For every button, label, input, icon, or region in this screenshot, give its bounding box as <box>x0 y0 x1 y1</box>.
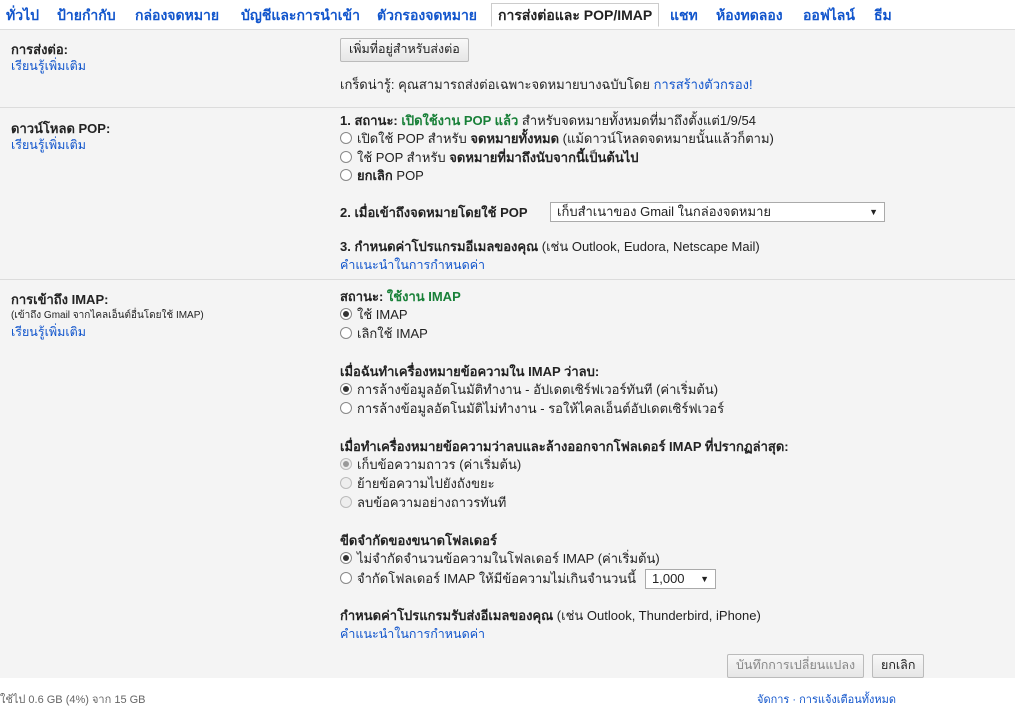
pop-config-link[interactable]: คำแนะนำในการกำหนดค่า <box>340 256 485 274</box>
delete-forever-text: ลบข้อความอย่างถาวรทันที <box>357 495 507 510</box>
forwarding-tip: เกร็ดน่ารู้: คุณสามารถส่งต่อเฉพาะจดหมายบ… <box>340 76 753 94</box>
tab-offline[interactable]: ออฟไลน์ <box>803 4 855 26</box>
limit-option[interactable]: จำกัดโฟลเดอร์ IMAP ให้มีข้อความไม่เกินจำ… <box>340 570 636 588</box>
imap-client-rest: (เช่น Outlook, Thunderbird, iPhone) <box>553 608 761 623</box>
expunge-on-radio[interactable] <box>340 383 352 395</box>
expunge-off-option[interactable]: การล้างข้อมูลอัตโนมัติไม่ทำงาน - รอให้ไค… <box>340 400 724 418</box>
no-limit-option[interactable]: ไม่จำกัดจำนวนข้อความในโฟลเดอร์ IMAP (ค่า… <box>340 550 660 568</box>
cancel-button[interactable]: ยกเลิก <box>872 654 925 678</box>
imap-label: การเข้าถึง IMAP: <box>11 292 109 307</box>
imap-config-link[interactable]: คำแนะนำในการกำหนดค่า <box>340 625 485 643</box>
pop-option-disable[interactable]: ยกเลิก POP <box>340 167 424 185</box>
tab-accounts[interactable]: บัญชีและการนำเข้า <box>241 4 360 26</box>
trash-radio[interactable] <box>340 477 352 489</box>
trash-text: ย้ายข้อความไปยังถังขยะ <box>357 476 495 491</box>
chevron-down-icon: ▼ <box>700 574 709 584</box>
forwarding-tip-text: เกร็ดน่ารู้: คุณสามารถส่งต่อเฉพาะจดหมายบ… <box>340 77 654 92</box>
pop-all-text-a: เปิดใช้ POP สำหรับ <box>357 131 471 146</box>
imap-client-bold: กำหนดค่าโปรแกรมรับส่งอีเมลของคุณ <box>340 608 554 623</box>
pop-step3-rest: (เช่น Outlook, Eudora, Netscape Mail) <box>538 239 760 254</box>
delete-forever-option[interactable]: ลบข้อความอย่างถาวรทันที <box>340 494 506 512</box>
imap-client-config: กำหนดค่าโปรแกรมรับส่งอีเมลของคุณ (เช่น O… <box>340 607 761 625</box>
storage-usage: ใช้ไป 0.6 GB (4%) จาก 15 GB <box>0 694 146 706</box>
pop-step3-bold: 3. กำหนดค่าโปรแกรมอีเมลของคุณ <box>340 239 539 254</box>
pop-disable-text-b: POP <box>392 168 424 183</box>
pop-from-now-radio[interactable] <box>340 151 352 163</box>
tab-themes[interactable]: ธีม <box>874 4 892 26</box>
chevron-down-icon: ▼ <box>869 207 878 217</box>
pop-section: ดาวน์โหลด POP: เรียนรู้เพิ่มเติม 1. สถาน… <box>0 107 1015 280</box>
imap-enable-option[interactable]: ใช้ IMAP <box>340 306 408 324</box>
save-changes-button[interactable]: บันทึกการเปลี่ยนแปลง <box>727 654 865 678</box>
pop-step3: 3. กำหนดค่าโปรแกรมอีเมลของคุณ (เช่น Outl… <box>340 238 760 256</box>
limit-text: จำกัดโฟลเดอร์ IMAP ให้มีข้อความไม่เกินจำ… <box>357 571 637 586</box>
archive-text: เก็บข้อความถาวร (ค่าเริ่มต้น) <box>357 457 522 472</box>
archive-radio[interactable] <box>340 458 352 470</box>
pop-all-text-c: (แม้ดาวน์โหลดจดหมายนั้นแล้วก็ตาม) <box>559 131 774 146</box>
pop-disable-text-a: ยกเลิก <box>357 168 393 183</box>
pop-all-text-b: จดหมายทั้งหมด <box>470 131 560 146</box>
pop-status-suffix: สำหรับจดหมายทั้งหมดที่มาถึงตั้งแต่1/9/54 <box>518 113 756 128</box>
add-forwarding-address-button[interactable]: เพิ่มที่อยู่สำหรับส่งต่อ <box>340 38 469 62</box>
no-limit-radio[interactable] <box>340 552 352 564</box>
forwarding-section: การส่งต่อ: เรียนรู้เพิ่มเติม เพิ่มที่อยู… <box>0 30 1015 107</box>
tab-labs[interactable]: ห้องทดลอง <box>716 4 783 26</box>
pop-step2-label: 2. เมื่อเข้าถึงจดหมายโดยใช้ POP <box>340 205 528 220</box>
create-filter-link[interactable]: การสร้างตัวกรอง! <box>654 77 753 92</box>
imap-learn-more-link[interactable]: เรียนรู้เพิ่มเติม <box>11 322 86 342</box>
imap-enable-radio[interactable] <box>340 308 352 320</box>
limit-radio[interactable] <box>340 572 352 584</box>
tab-chat[interactable]: แชท <box>670 4 698 26</box>
pop-learn-more-link[interactable]: เรียนรู้เพิ่มเติม <box>11 135 86 155</box>
delete-forever-radio[interactable] <box>340 496 352 508</box>
imap-status-value: ใช้งาน IMAP <box>386 289 461 304</box>
pop-status: 1. สถานะ: เปิดใช้งาน POP แล้ว สำหรับจดหม… <box>340 112 756 130</box>
pop-disable-radio[interactable] <box>340 169 352 181</box>
pop-all-radio[interactable] <box>340 132 352 144</box>
settings-panel: การส่งต่อ: เรียนรู้เพิ่มเติม เพิ่มที่อยู… <box>0 29 1015 678</box>
folder-limit-value: 1,000 <box>652 571 685 586</box>
imap-section: การเข้าถึง IMAP: (เข้าถึง Gmail จากไคลเอ… <box>0 279 1015 654</box>
imap-disable-option[interactable]: เลิกใช้ IMAP <box>340 325 428 343</box>
imap-expunged-heading: เมื่อทำเครื่องหมายข้อความว่าลบและล้างออก… <box>340 439 789 454</box>
imap-sublabel: (เข้าถึง Gmail จากไคลเอ็นต์อื่นโดยใช้ IM… <box>11 310 204 321</box>
pop-from-now-text-a: ใช้ POP สำหรับ <box>357 150 450 165</box>
pop-action-select[interactable]: เก็บสำเนาของ Gmail ในกล่องจดหมาย ▼ <box>550 202 885 222</box>
tab-inbox[interactable]: กล่องจดหมาย <box>135 4 219 26</box>
no-limit-text: ไม่จำกัดจำนวนข้อความในโฟลเดอร์ IMAP (ค่า… <box>357 551 660 566</box>
folder-size-heading: ขีดจำกัดของขนาดโฟลเดอร์ <box>340 533 497 548</box>
archive-option[interactable]: เก็บข้อความถาวร (ค่าเริ่มต้น) <box>340 456 521 474</box>
pop-option-all[interactable]: เปิดใช้ POP สำหรับ จดหมายทั้งหมด (แม้ดาว… <box>340 130 774 148</box>
footer: ใช้ไป 0.6 GB (4%) จาก 15 GB จัดการ · การ… <box>0 688 1015 706</box>
tab-filters[interactable]: ตัวกรองจดหมาย <box>377 4 477 26</box>
pop-action-select-value: เก็บสำเนาของ Gmail ในกล่องจดหมาย <box>557 204 771 219</box>
tab-general[interactable]: ทั่วไป <box>6 4 39 26</box>
forwarding-learn-more-link[interactable]: เรียนรู้เพิ่มเติม <box>11 56 86 76</box>
imap-disable-radio[interactable] <box>340 327 352 339</box>
expunge-off-text: การล้างข้อมูลอัตโนมัติไม่ทำงาน - รอให้ไค… <box>357 401 725 416</box>
settings-tabs: ทั่วไป ป้ายกำกับ กล่องจดหมาย บัญชีและการ… <box>0 0 1015 30</box>
pop-from-now-text-b: จดหมายที่มาถึงนับจากนี้เป็นต้นไป <box>449 150 639 165</box>
expunge-off-radio[interactable] <box>340 402 352 414</box>
trash-option[interactable]: ย้ายข้อความไปยังถังขยะ <box>340 475 495 493</box>
tab-forwarding-pop-imap[interactable]: การส่งต่อและ POP/IMAP <box>491 3 660 27</box>
pop-status-value: เปิดใช้งาน POP แล้ว <box>401 113 519 128</box>
expunge-on-option[interactable]: การล้างข้อมูลอัตโนมัติทำงาน - อัปเดตเซิร… <box>340 381 718 399</box>
imap-status: สถานะ: ใช้งาน IMAP <box>340 288 461 306</box>
imap-enable-text: ใช้ IMAP <box>357 307 408 322</box>
expunge-on-text: การล้างข้อมูลอัตโนมัติทำงาน - อัปเดตเซิร… <box>357 382 719 397</box>
footer-right-link[interactable]: จัดการ · การแจ้งเตือนทั้งหมด <box>757 690 896 708</box>
imap-status-prefix: สถานะ: <box>340 289 387 304</box>
tab-labels[interactable]: ป้ายกำกับ <box>57 4 116 26</box>
folder-limit-select[interactable]: 1,000 ▼ <box>645 569 716 589</box>
pop-status-prefix: 1. สถานะ: <box>340 113 402 128</box>
imap-deleted-heading: เมื่อฉันทำเครื่องหมายข้อความใน IMAP ว่าล… <box>340 364 600 379</box>
imap-disable-text: เลิกใช้ IMAP <box>357 326 428 341</box>
pop-option-from-now[interactable]: ใช้ POP สำหรับ จดหมายที่มาถึงนับจากนี้เป… <box>340 149 639 167</box>
